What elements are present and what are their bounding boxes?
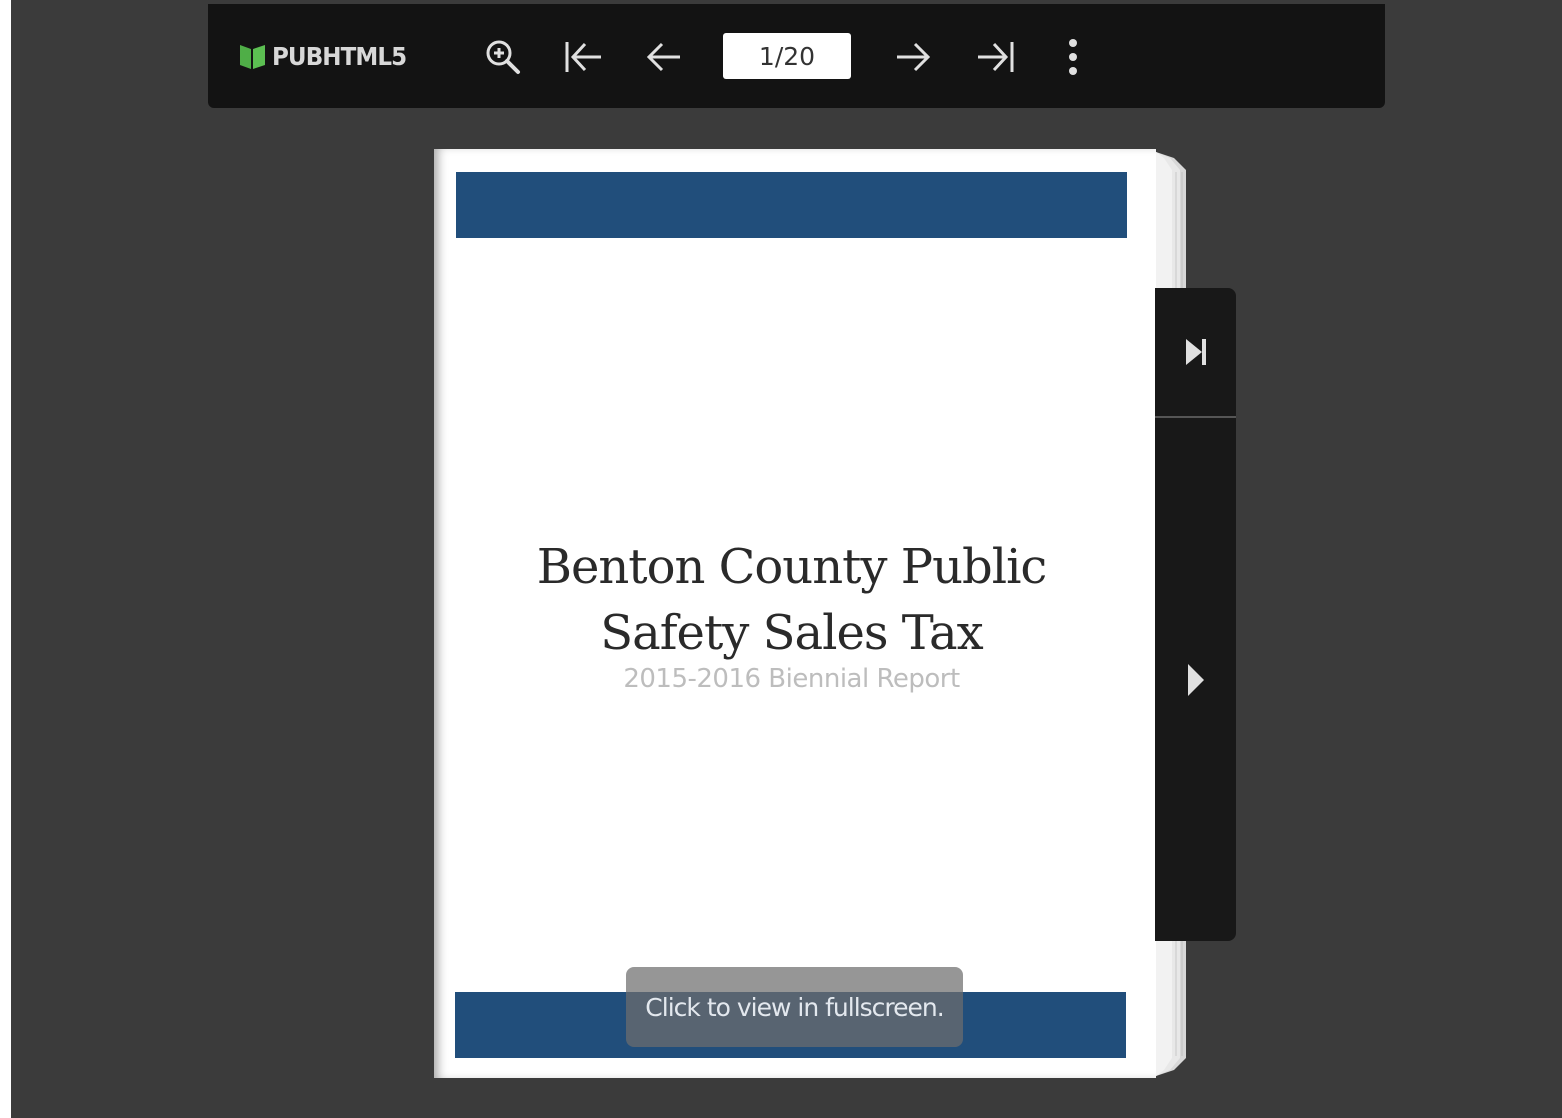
book-page[interactable]: Benton County Public Safety Sales Tax 20… (434, 149, 1156, 1078)
play-next-icon (1187, 663, 1204, 696)
document-title-line2: Safety Sales Tax (600, 605, 983, 661)
page-number-input[interactable] (723, 33, 851, 79)
logo-text: PUBHTML5 (272, 41, 407, 71)
last-page-icon (978, 42, 1014, 72)
side-last-page-button[interactable] (1155, 288, 1236, 418)
first-page-button[interactable] (561, 34, 607, 80)
side-next-page-button[interactable] (1155, 418, 1236, 941)
fullscreen-hint-button[interactable]: Click to view in fullscreen. (626, 967, 963, 1047)
last-page-button[interactable] (972, 34, 1018, 80)
more-options-button[interactable] (1050, 34, 1096, 80)
previous-page-button[interactable] (641, 34, 687, 80)
pubhtml5-logo[interactable]: PUBHTML5 (238, 40, 418, 72)
header-bar (456, 172, 1127, 238)
zoom-in-icon (486, 40, 520, 74)
toolbar: PUBHTML5 (208, 4, 1385, 108)
book-logo-icon (238, 42, 268, 70)
document-subtitle: 2015-2016 Biennial Report (623, 664, 960, 694)
previous-page-icon (646, 42, 680, 72)
document-title-line1: Benton County Public (536, 539, 1048, 595)
document-title: Benton County Public Safety Sales Tax (434, 534, 1149, 666)
first-page-icon (565, 42, 601, 72)
next-page-icon (897, 42, 931, 72)
skip-to-end-icon (1185, 339, 1206, 365)
flipbook-viewport: PUBHTML5 1/20 Benton County Public Safet… (11, 0, 1562, 1118)
zoom-in-button[interactable] (480, 34, 526, 80)
more-vertical-icon (1069, 39, 1077, 75)
next-page-button[interactable] (890, 34, 936, 80)
side-navigation-panel (1155, 288, 1236, 941)
